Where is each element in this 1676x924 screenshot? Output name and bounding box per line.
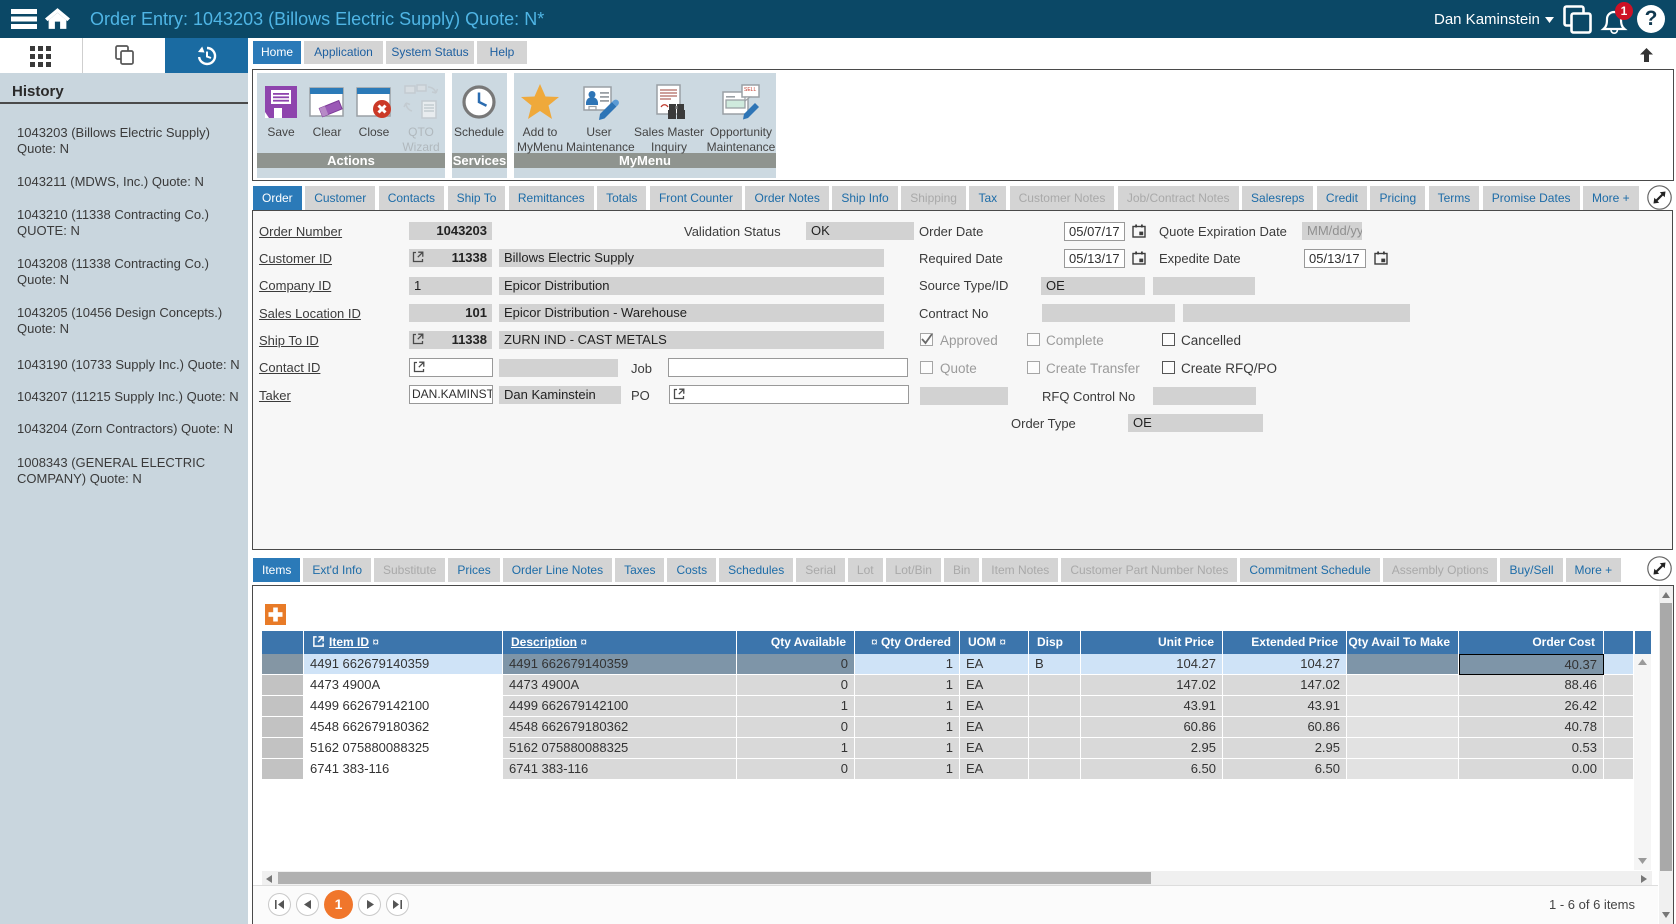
svg-text:SELL: SELL bbox=[744, 87, 756, 93]
